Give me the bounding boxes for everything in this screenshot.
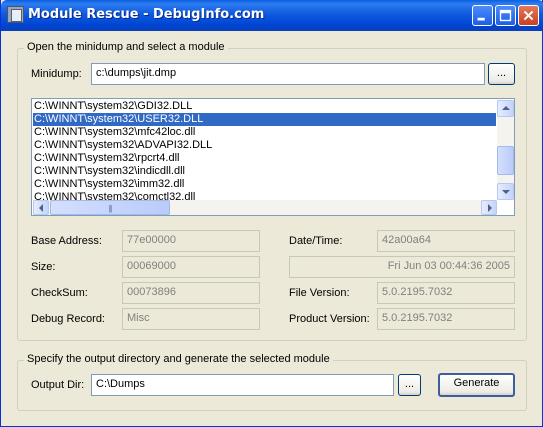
output-dir-browse-button[interactable]: ...	[398, 374, 421, 396]
scroll-left-button[interactable]	[33, 200, 49, 215]
arrow-up-icon	[502, 106, 510, 110]
maximize-icon	[499, 9, 512, 22]
grip-icon: |||	[108, 204, 112, 213]
output-dir-label: Output Dir:	[31, 379, 85, 391]
file-version-field: 5.0.2195.7032	[377, 282, 515, 304]
module-list-item[interactable]: C:\WINNT\system32\rpcrt4.dll	[33, 152, 496, 165]
maximize-button[interactable]	[495, 5, 516, 26]
title-bar[interactable]: Module Rescue - DebugInfo.com	[1, 0, 543, 31]
vertical-scroll-thumb[interactable]	[497, 146, 514, 175]
app-icon[interactable]	[7, 6, 24, 23]
module-list-vertical-scrollbar[interactable]	[497, 100, 514, 200]
arrow-right-icon	[488, 204, 492, 212]
close-button[interactable]	[518, 5, 539, 26]
minidump-label: Minidump:	[31, 68, 82, 80]
base-address-field: 77e00000	[122, 230, 260, 252]
debug-record-label: Debug Record:	[31, 313, 105, 325]
module-list-items: C:\WINNT\system32\GDI32.DLL C:\WINNT\syst…	[33, 100, 496, 200]
minimize-button[interactable]	[472, 5, 493, 26]
file-version-label: File Version:	[289, 287, 350, 299]
module-list-horizontal-scrollbar[interactable]: |||	[33, 200, 497, 215]
module-list-item[interactable]: C:\WINNT\system32\GDI32.DLL	[33, 100, 496, 113]
close-icon	[523, 10, 534, 21]
output-group-legend: Specify the output directory and generat…	[24, 353, 333, 365]
product-version-label: Product Version:	[289, 313, 370, 325]
module-list-item[interactable]: C:\WINNT\system32\USER32.DLL	[33, 113, 496, 126]
checksum-label: CheckSum:	[31, 287, 88, 299]
scroll-down-button[interactable]	[497, 183, 514, 200]
module-list-item[interactable]: C:\WINNT\system32\indicdll.dll	[33, 165, 496, 178]
module-list-item[interactable]: C:\WINNT\system32\mfc42loc.dll	[33, 126, 496, 139]
horizontal-scroll-thumb[interactable]: |||	[50, 200, 170, 215]
module-list-item[interactable]: C:\WINNT\system32\imm32.dll	[33, 178, 496, 191]
arrow-left-icon	[39, 204, 43, 212]
base-address-label: Base Address:	[31, 235, 102, 247]
scroll-right-button[interactable]	[481, 200, 497, 215]
minidump-field[interactable]: c:\dumps\jit.dmp	[91, 63, 485, 85]
module-list-item[interactable]: C:\WINNT\system32\comctl32.dll	[33, 191, 496, 200]
generate-button[interactable]: Generate	[438, 373, 515, 397]
datetime-text-field: Fri Jun 03 00:44:36 2005	[289, 256, 515, 278]
scroll-up-button[interactable]	[497, 100, 514, 117]
main-window: Module Rescue - DebugInfo.com Open the m…	[0, 0, 543, 427]
arrow-down-icon	[502, 190, 510, 194]
module-list-item[interactable]: C:\WINNT\system32\ADVAPI32.DLL	[33, 139, 496, 152]
open-minidump-group-legend: Open the minidump and select a module	[24, 41, 228, 53]
datetime-field: 42a00a64	[377, 230, 515, 252]
product-version-field: 5.0.2195.7032	[377, 308, 515, 330]
output-dir-field[interactable]: C:\Dumps	[91, 374, 394, 396]
debug-record-field: Misc	[122, 308, 260, 330]
minidump-browse-button[interactable]: ...	[488, 63, 515, 85]
module-list[interactable]: C:\WINNT\system32\GDI32.DLL C:\WINNT\syst…	[31, 98, 515, 216]
size-label: Size:	[31, 261, 56, 273]
minimize-icon	[477, 17, 485, 21]
size-field: 00069000	[122, 256, 260, 278]
datetime-label: Date/Time:	[289, 235, 343, 247]
window-title: Module Rescue - DebugInfo.com	[28, 7, 265, 22]
checksum-field: 00073896	[122, 282, 260, 304]
